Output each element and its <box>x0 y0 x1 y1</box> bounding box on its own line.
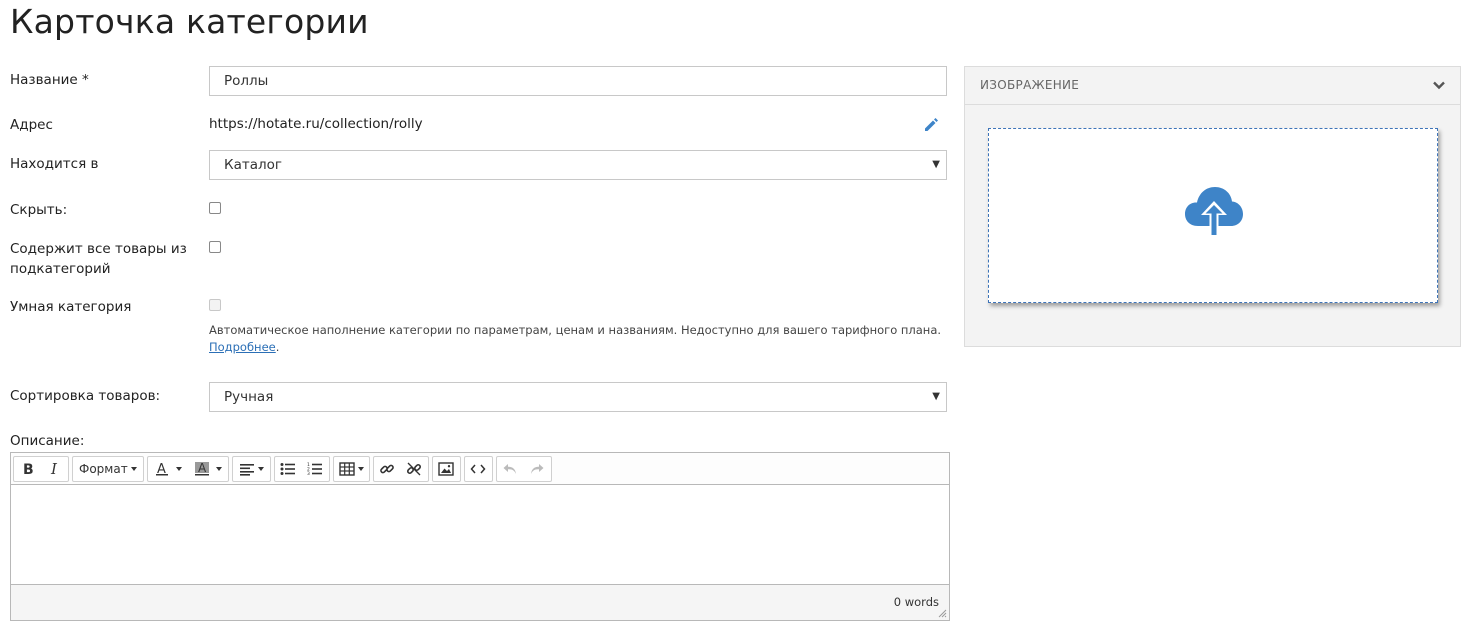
toolbar-group-code <box>463 455 493 482</box>
sort-select[interactable]: Ручная ▼ <box>209 382 947 412</box>
align-left-icon <box>239 463 254 476</box>
bold-button[interactable]: B <box>14 457 41 481</box>
pencil-icon[interactable] <box>922 115 940 133</box>
caret-down-icon <box>357 466 364 471</box>
name-input[interactable]: Роллы <box>209 66 947 96</box>
toolbar-group-format: Формат <box>72 455 144 482</box>
code-icon <box>470 464 486 473</box>
toolbar-group-history <box>495 455 552 482</box>
bullet-list-button[interactable] <box>275 457 302 481</box>
italic-icon: I <box>50 462 58 476</box>
address-label: Адрес <box>10 117 53 133</box>
toolbar-group-color: A A <box>146 455 229 482</box>
smart-hint: Автоматическое наполнение категории по п… <box>209 322 949 356</box>
sort-select-value: Ручная <box>224 389 274 405</box>
parent-select[interactable]: Каталог ▼ <box>209 150 947 180</box>
text-color-button[interactable]: A <box>148 457 188 481</box>
caret-down-icon <box>257 466 264 471</box>
parent-select-value: Каталог <box>224 157 282 173</box>
smart-hint-text: Автоматическое наполнение категории по п… <box>209 323 942 337</box>
parent-label: Находится в <box>10 156 99 172</box>
more-link-suffix: . <box>275 340 280 354</box>
smart-checkbox <box>209 299 221 311</box>
cloud-upload-icon <box>1185 187 1243 236</box>
text-color-icon: A <box>155 462 168 477</box>
smart-label: Умная категория <box>10 299 132 315</box>
chevron-down-icon[interactable] <box>1432 78 1446 92</box>
rich-text-editor: B I Формат A A 1 2 3 0 words <box>10 452 950 621</box>
editor-toolbar: B I Формат A A 1 2 3 <box>11 453 949 485</box>
bullet-list-icon <box>280 462 296 475</box>
caret-down-icon <box>130 466 137 471</box>
toolbar-group-style: B I <box>13 455 69 482</box>
include-sub-label-line2: подкатегорий <box>10 261 111 277</box>
name-label: Название * <box>10 72 89 88</box>
image-panel: ИЗОБРАЖЕНИЕ <box>964 66 1461 347</box>
redo-button[interactable] <box>524 457 551 481</box>
format-dropdown[interactable]: Формат <box>73 457 143 481</box>
background-color-button[interactable]: A <box>188 457 228 481</box>
redo-icon <box>531 463 544 474</box>
numbered-list-icon: 123 <box>307 462 323 476</box>
image-dropzone[interactable] <box>988 128 1438 303</box>
image-icon <box>438 461 454 476</box>
toolbar-group-links <box>372 455 429 482</box>
page-title: Карточка категории <box>10 2 369 41</box>
background-color-icon: A <box>194 461 209 475</box>
svg-text:3: 3 <box>307 471 310 476</box>
image-panel-header[interactable]: ИЗОБРАЖЕНИЕ <box>965 67 1460 105</box>
numbered-list-button[interactable]: 123 <box>302 457 329 481</box>
link-button[interactable] <box>374 457 401 481</box>
italic-button[interactable]: I <box>41 457 68 481</box>
editor-content-area[interactable] <box>11 485 949 585</box>
include-sub-label-line1: Содержит все товары из <box>10 241 187 257</box>
description-label: Описание: <box>10 433 85 449</box>
select-arrow-icon: ▼ <box>932 391 940 402</box>
select-arrow-icon: ▼ <box>932 159 940 170</box>
svg-text:B: B <box>23 462 34 476</box>
toolbar-group-image <box>431 455 461 482</box>
source-code-button[interactable] <box>465 457 492 481</box>
undo-button[interactable] <box>497 457 524 481</box>
hide-checkbox[interactable] <box>209 202 221 214</box>
bold-icon: B <box>23 462 34 476</box>
link-icon <box>380 464 395 473</box>
undo-icon <box>503 463 517 474</box>
include-sub-label: Содержит все товары из подкатегорий <box>10 239 187 279</box>
toolbar-group-table <box>332 455 370 482</box>
image-button[interactable] <box>433 457 460 481</box>
address-url: https://hotate.ru/collection/rolly <box>209 116 423 132</box>
word-count: 0 words <box>893 595 939 609</box>
table-icon <box>338 461 355 476</box>
include-sub-checkbox[interactable] <box>209 241 221 253</box>
format-dropdown-label: Формат <box>79 461 128 476</box>
more-link[interactable]: Подробнее <box>209 340 276 354</box>
table-button[interactable] <box>334 457 369 481</box>
toolbar-group-lists: 123 <box>273 455 330 482</box>
editor-statusbar: 0 words <box>11 585 949 620</box>
svg-text:A: A <box>198 461 207 475</box>
toolbar-group-align <box>231 455 271 482</box>
svg-text:I: I <box>50 462 58 476</box>
sort-label: Сортировка товаров: <box>10 388 161 404</box>
align-button[interactable] <box>233 457 270 481</box>
unlink-button[interactable] <box>401 457 428 481</box>
resize-grip-icon[interactable] <box>938 609 947 618</box>
unlink-icon <box>407 462 422 475</box>
image-panel-title: ИЗОБРАЖЕНИЕ <box>980 78 1080 92</box>
caret-down-icon <box>215 466 222 471</box>
hide-label: Скрыть: <box>10 202 68 218</box>
caret-down-icon <box>175 466 182 471</box>
